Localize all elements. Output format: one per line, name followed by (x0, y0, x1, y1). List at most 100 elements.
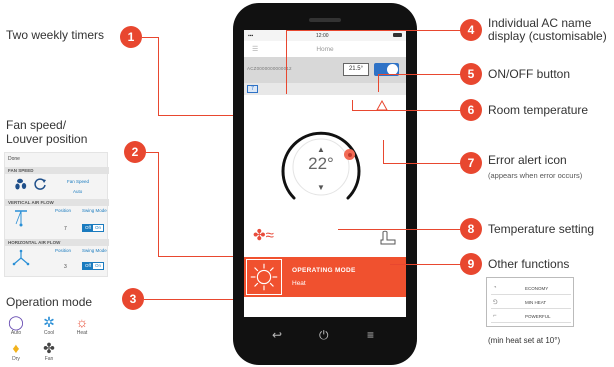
other-functions-panel: ◔ ECONOMY ⅁ MIN HEAT ⌐ POWERFUL (486, 277, 574, 327)
horizontal-position-label: Position (55, 248, 72, 253)
leader-line-9 (390, 264, 462, 265)
menu-lines-icon[interactable]: ≡ (367, 328, 374, 342)
horizontal-swing-on[interactable]: On (93, 263, 103, 269)
powerful-row[interactable]: ⌐ POWERFUL (491, 310, 571, 323)
economy-icon: ◔ (493, 285, 497, 291)
horizontal-swing-label: Swing Mode (82, 248, 107, 253)
callout-badge-1: 1 (120, 26, 142, 48)
fan-speed-icon[interactable]: ✤≈ (253, 226, 274, 244)
temperature-setting-label: Temperature setting (488, 222, 595, 236)
leader-line-7-vertical (383, 140, 384, 163)
callout-badge-5: 5 (460, 63, 482, 85)
fan-icon (15, 178, 27, 190)
leader-line-2 (146, 152, 158, 153)
leader-line-1 (142, 37, 158, 38)
leader-line-2-vertical (158, 152, 159, 256)
battery-icon (393, 33, 402, 37)
min-heat-label: MIN HEAT (525, 300, 547, 305)
set-temperature: 22° (308, 154, 334, 173)
mode-auto[interactable]: ◯ Auto (3, 314, 29, 336)
leader-line-6 (352, 110, 462, 111)
mode-cool[interactable]: ✲ Cool (36, 314, 62, 336)
horizontal-swing-toggle[interactable]: Off On (82, 262, 104, 270)
mode-auto-label: Auto (10, 330, 22, 336)
temperature-down-arrow[interactable]: ▼ (315, 183, 327, 192)
timer-row: 7 (244, 83, 406, 95)
callout-badge-7: 7 (460, 152, 482, 174)
mode-heat[interactable]: ☼ Heat (69, 314, 95, 336)
operating-mode-bar[interactable]: OPERATING MODE Heat (244, 257, 406, 297)
min-heat-row[interactable]: ⅁ MIN HEAT (491, 296, 571, 309)
status-bar: ▪▪▪ 12:00 (244, 30, 406, 41)
leader-line-7 (383, 163, 462, 164)
fan-speed-value[interactable]: Auto (73, 189, 82, 194)
powerful-icon: ⌐ (493, 313, 497, 319)
mode-fan[interactable]: ✤ Fan (36, 340, 62, 362)
operation-mode-heading: Operation mode (6, 295, 93, 309)
cool-mode-icon: ✲ (43, 314, 55, 330)
onoff-label: ON/OFF button (488, 67, 571, 81)
vertical-swing-toggle[interactable]: Off On (82, 224, 104, 232)
auto-refresh-icon (34, 178, 46, 190)
horizontal-airflow-section: HORIZONTAL AIR FLOW (5, 239, 109, 246)
ac-info-bar: ACZ0000000000012 21.5° (244, 57, 406, 83)
temperature-up-arrow[interactable]: ▲ (315, 145, 327, 154)
leader-line-4 (286, 30, 462, 31)
fan-speed-panel: Done FAN SPEED Fan Speed Auto VERTICAL A… (4, 152, 109, 277)
leader-line-1-vertical (158, 37, 159, 115)
vertical-position-value[interactable]: 7 (64, 226, 67, 232)
done-link[interactable]: Done (8, 156, 20, 162)
room-temperature-label: Room temperature (488, 103, 589, 117)
fan-speed-section: FAN SPEED (5, 167, 109, 174)
leader-line-4-vertical (286, 30, 287, 94)
vertical-swing-off[interactable]: Off (83, 225, 93, 231)
powerful-label: POWERFUL (525, 314, 551, 319)
other-functions-icon[interactable] (378, 228, 398, 246)
mode-dry-label: Dry (12, 356, 20, 362)
dial-handle[interactable] (344, 149, 355, 160)
dry-mode-icon: ♦ (12, 340, 20, 356)
auto-mode-icon: ◯ (8, 314, 24, 330)
horizontal-louver-icon (12, 249, 30, 266)
error-alert-title: Error alert icon (488, 153, 567, 167)
horizontal-swing-off[interactable]: Off (83, 263, 93, 269)
phone-speaker (309, 18, 341, 22)
room-temperature: 21.5° (343, 63, 369, 76)
status-time: 12:00 (316, 33, 329, 39)
min-heat-note: (min heat set at 10°) (488, 336, 561, 345)
operating-mode-value: Heat (292, 280, 306, 287)
callout-badge-6: 6 (460, 99, 482, 121)
heat-sun-icon (246, 259, 282, 295)
economy-row[interactable]: ◔ ECONOMY (491, 282, 571, 295)
vertical-swing-label: Swing Mode (82, 208, 107, 213)
leader-line-5-vertical (378, 74, 379, 92)
signal-icon: ▪▪▪ (248, 33, 254, 39)
back-icon[interactable]: ↩ (272, 328, 282, 342)
ac-name-label: Individual AC name display (customisable… (488, 16, 607, 43)
leader-line-5 (378, 74, 462, 75)
vertical-airflow-section: VERTICAL AIR FLOW (5, 199, 109, 206)
vertical-swing-on[interactable]: On (93, 225, 103, 231)
horizontal-position-value[interactable]: 3 (64, 264, 67, 270)
error-alert-label: Error alert icon (appears when error occ… (488, 154, 582, 182)
fan-louver-heading: Fan speed/ Louver position (6, 118, 88, 146)
min-heat-icon: ⅁ (493, 300, 498, 306)
app-header: ☰ Home (244, 41, 406, 57)
callout-badge-9: 9 (460, 253, 482, 275)
header-title: Home (316, 46, 334, 53)
vertical-louver-icon (15, 210, 27, 227)
economy-label: ECONOMY (525, 286, 549, 291)
mode-dry[interactable]: ♦ Dry (3, 340, 29, 362)
callout-badge-8: 8 (460, 218, 482, 240)
callout-badge-3: 3 (122, 288, 144, 310)
vertical-position-label: Position (55, 208, 72, 213)
power-icon[interactable]: ⏻ (319, 328, 329, 343)
phone-nav-bar: ↩ ⏻ ≡ (244, 321, 406, 351)
weekly-timer-badge[interactable]: 7 (247, 85, 258, 93)
mode-cool-label: Cool (43, 330, 55, 336)
callout-badge-2: 2 (124, 141, 146, 163)
mode-heat-label: Heat (76, 330, 88, 336)
heat-mode-icon: ☼ (75, 314, 89, 330)
other-functions-label: Other functions (488, 257, 570, 271)
operating-mode-title: OPERATING MODE (292, 267, 356, 274)
